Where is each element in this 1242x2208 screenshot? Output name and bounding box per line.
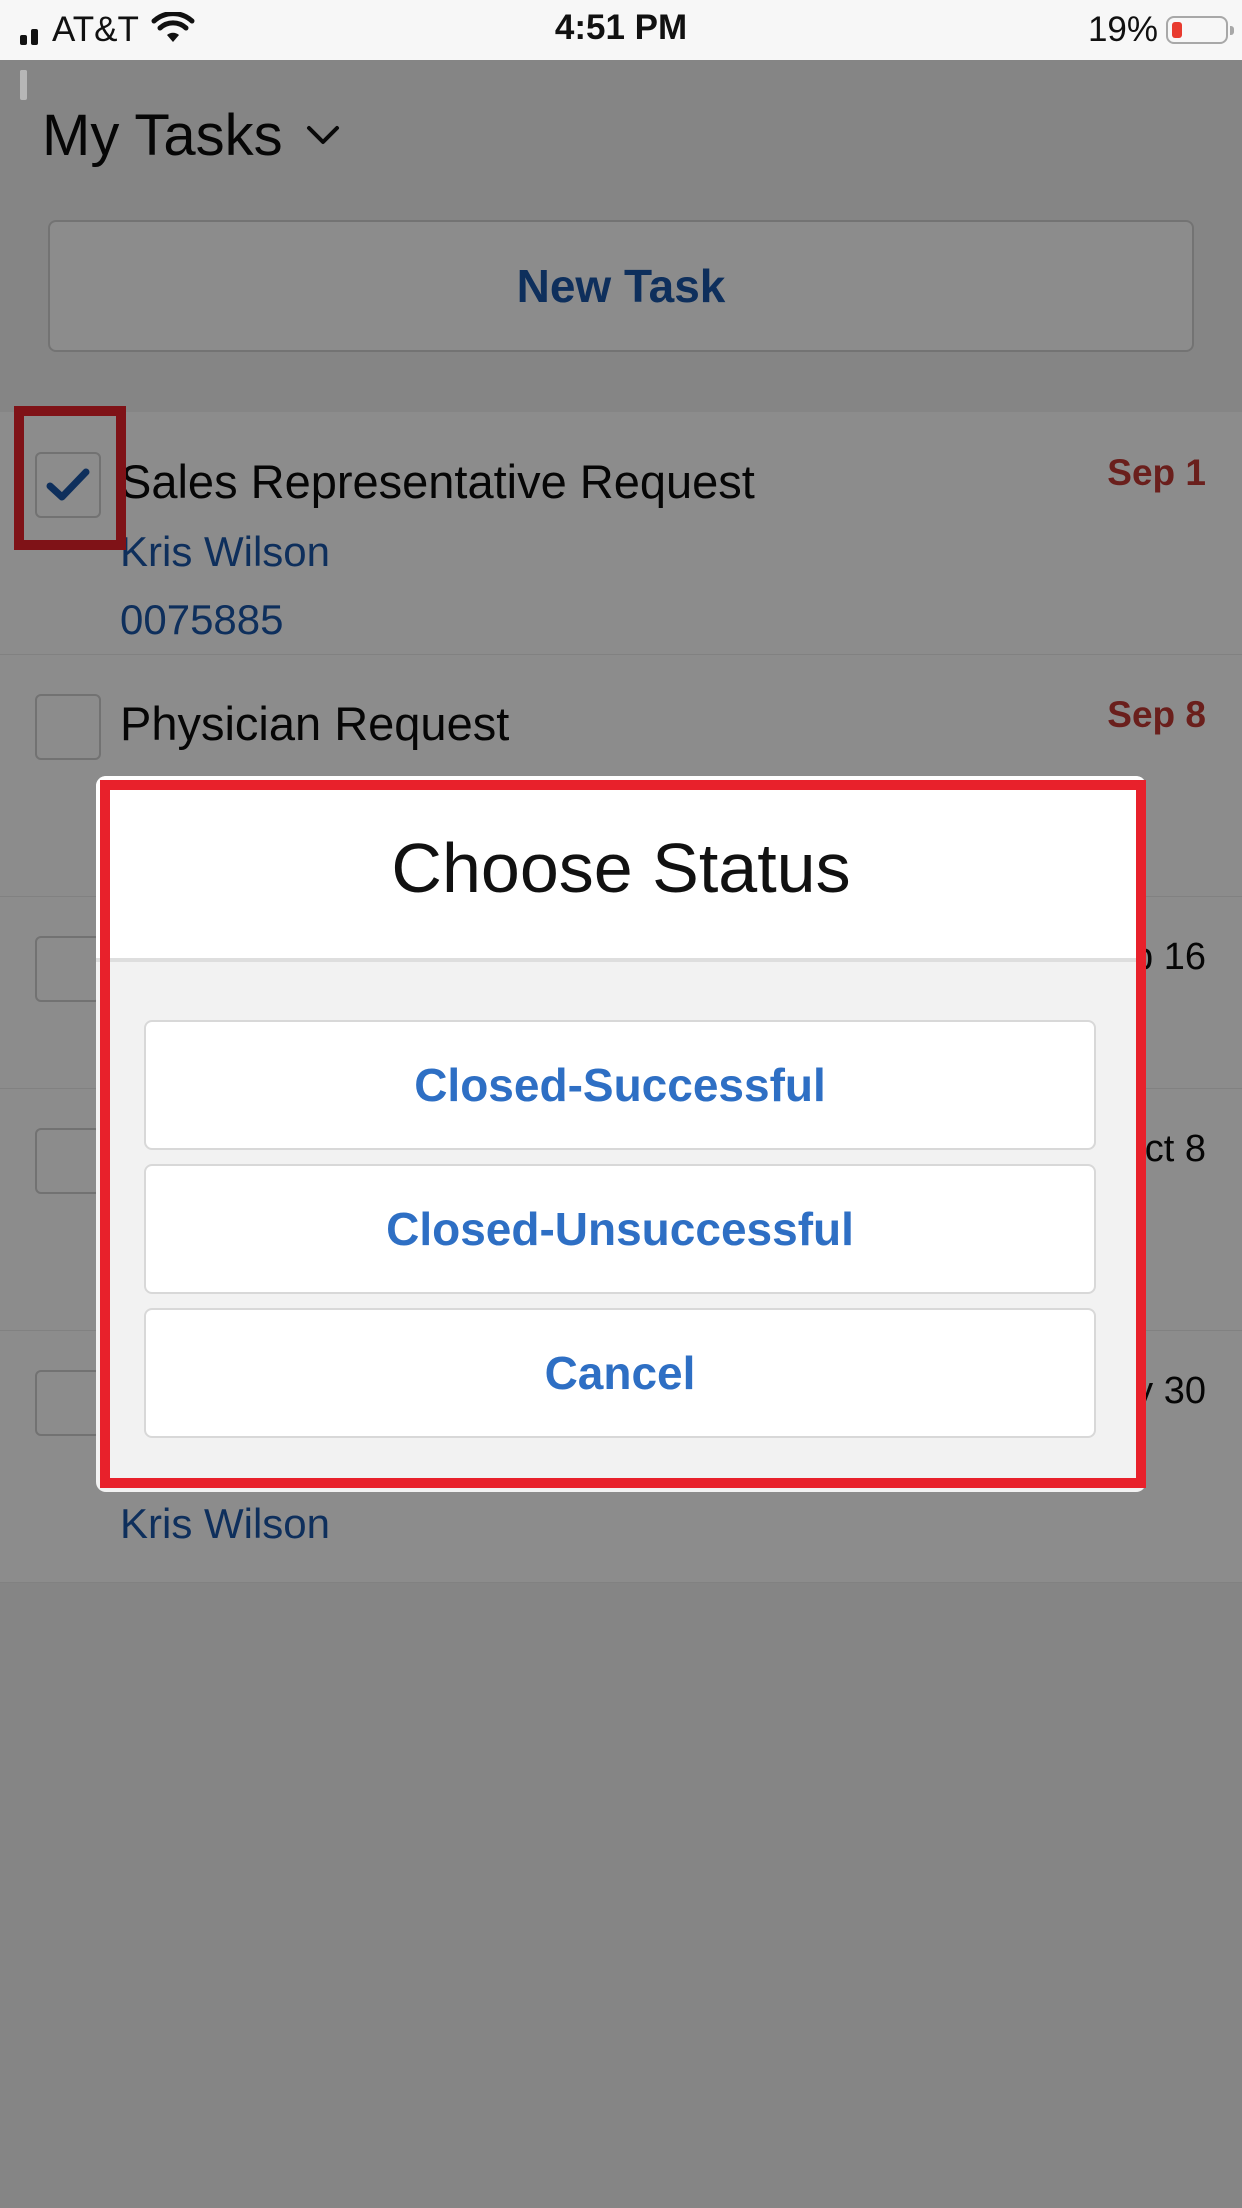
dialog-highlight [100,780,1146,1488]
clock: 4:51 PM [554,8,688,47]
status-bar-right: 19% [1087,10,1234,50]
battery-level [1172,22,1182,38]
battery-percent: 19% [1087,10,1158,49]
battery-icon [1166,16,1234,44]
status-bar: AT&T 4:51 PM 19% [0,0,1242,100]
